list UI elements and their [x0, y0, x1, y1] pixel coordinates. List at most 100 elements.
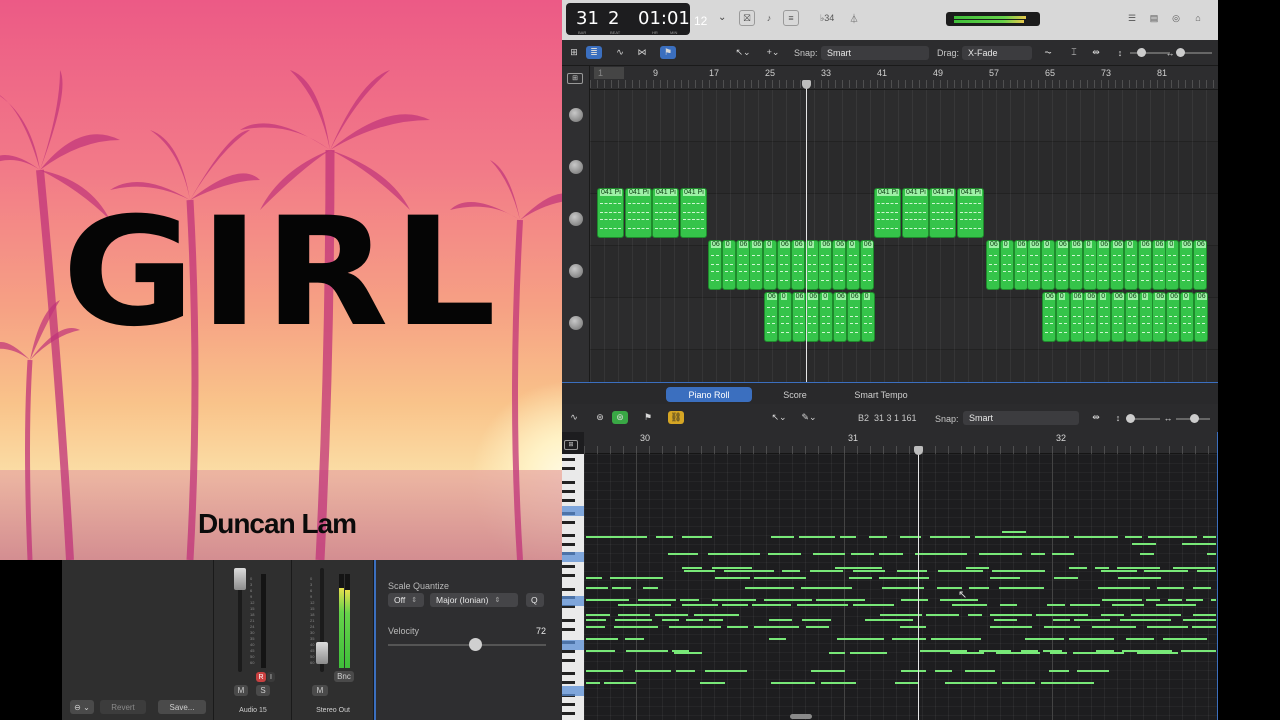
- midi-note[interactable]: [610, 577, 663, 579]
- automation-icon[interactable]: ∿: [612, 46, 628, 59]
- midi-note[interactable]: [1137, 652, 1178, 654]
- midi-note[interactable]: [712, 567, 752, 569]
- midi-note[interactable]: [1211, 599, 1216, 601]
- midi-region[interactable]: 06: [764, 292, 778, 342]
- midi-note[interactable]: [771, 536, 794, 538]
- midi-note[interactable]: [635, 670, 671, 672]
- browser-icon[interactable]: ⌂: [1190, 10, 1206, 26]
- midi-note[interactable]: [1002, 531, 1026, 533]
- marquee-tool-icon[interactable]: +⌄: [762, 46, 784, 59]
- midi-note[interactable]: [1002, 682, 1035, 684]
- horizontal-fit-icon[interactable]: ⇹: [1088, 46, 1104, 59]
- midi-note[interactable]: [990, 626, 1032, 628]
- midi-note[interactable]: [1140, 553, 1154, 555]
- midi-note[interactable]: [1025, 638, 1064, 640]
- midi-note[interactable]: [586, 670, 623, 672]
- midi-note[interactable]: [586, 587, 608, 589]
- catch-icon[interactable]: ⚑: [640, 411, 656, 424]
- count-in-icon[interactable]: ⛝: [739, 10, 755, 26]
- midi-region[interactable]: 0: [819, 292, 834, 342]
- midi-note[interactable]: [879, 577, 929, 579]
- menu-dropdown-button[interactable]: ⊖ ⌄: [70, 700, 94, 714]
- midi-note[interactable]: [1102, 599, 1142, 601]
- pencil-tool-icon[interactable]: ✎⌄: [798, 411, 820, 424]
- midi-note[interactable]: [782, 570, 800, 572]
- midi-region[interactable]: 041 Pi: [680, 188, 707, 238]
- midi-region[interactable]: 06: [1027, 240, 1042, 290]
- midi-note[interactable]: [656, 536, 673, 538]
- midi-note[interactable]: [771, 682, 815, 684]
- midi-note[interactable]: [1074, 536, 1118, 538]
- midi-note[interactable]: [1101, 614, 1124, 616]
- midi-region[interactable]: 06: [846, 292, 861, 342]
- midi-note[interactable]: [1073, 652, 1124, 654]
- record-enable-button[interactable]: R: [256, 672, 266, 682]
- midi-note[interactable]: [1112, 604, 1144, 606]
- midi-note[interactable]: [754, 626, 799, 628]
- midi-note[interactable]: [850, 652, 887, 654]
- tracks-ruler[interactable]: 19172533414957657381: [590, 66, 1218, 90]
- midi-region[interactable]: 06: [791, 292, 806, 342]
- scale-mode-select[interactable]: Major (Ionian) ⇕: [430, 593, 518, 607]
- midi-note[interactable]: [1069, 638, 1114, 640]
- midi-region[interactable]: 06: [1013, 240, 1028, 290]
- piano-roll-playhead[interactable]: [918, 446, 919, 720]
- mute-button[interactable]: M: [312, 685, 328, 696]
- midi-note[interactable]: [684, 570, 715, 572]
- midi-region[interactable]: 06: [1179, 240, 1194, 290]
- midi-note[interactable]: [682, 567, 702, 569]
- midi-note[interactable]: [810, 570, 843, 572]
- midi-note[interactable]: [976, 536, 1000, 538]
- midi-note[interactable]: [938, 570, 983, 572]
- midi-note[interactable]: [806, 626, 829, 628]
- midi-note[interactable]: [754, 577, 806, 579]
- midi-note[interactable]: [837, 638, 884, 640]
- midi-note[interactable]: [840, 536, 856, 538]
- tab-piano-roll[interactable]: Piano Roll: [666, 387, 752, 402]
- midi-region[interactable]: 041 Pi: [957, 188, 984, 238]
- midi-note[interactable]: [709, 619, 723, 621]
- midi-note[interactable]: [655, 614, 688, 616]
- midi-region[interactable]: 0: [1165, 240, 1180, 290]
- midi-note[interactable]: [1052, 553, 1074, 555]
- midi-note[interactable]: [1183, 619, 1216, 621]
- midi-note[interactable]: [853, 570, 885, 572]
- waveform-zoom-icon[interactable]: ⏦: [1040, 46, 1056, 59]
- midi-region[interactable]: 06: [1193, 292, 1208, 342]
- horizontal-scrollbar[interactable]: [790, 714, 812, 719]
- horizontal-fit-icon[interactable]: ⇹: [1088, 411, 1104, 424]
- midi-region[interactable]: 0: [846, 240, 860, 290]
- midi-note[interactable]: [1120, 619, 1171, 621]
- midi-note[interactable]: [952, 604, 987, 606]
- midi-note[interactable]: [1095, 567, 1109, 569]
- midi-note[interactable]: [1117, 567, 1160, 569]
- pointer-tool-icon[interactable]: ↖⌄: [732, 46, 754, 59]
- midi-note[interactable]: [1186, 599, 1203, 601]
- midi-region[interactable]: 06: [1096, 240, 1111, 290]
- midi-region[interactable]: 041 Pi: [652, 188, 679, 238]
- tracks-playhead-handle[interactable]: [802, 80, 811, 89]
- link-icon[interactable]: ⛓: [668, 411, 684, 424]
- midi-region[interactable]: 06: [1152, 292, 1167, 342]
- midi-note[interactable]: [1193, 587, 1211, 589]
- midi-note[interactable]: [1054, 577, 1078, 579]
- midi-note[interactable]: [935, 670, 952, 672]
- midi-note[interactable]: [835, 567, 882, 569]
- flex-icon[interactable]: ⋈: [634, 46, 650, 59]
- midi-note[interactable]: [1144, 570, 1188, 572]
- midi-region[interactable]: 06: [1069, 292, 1084, 342]
- track-2-knob[interactable]: [569, 160, 583, 174]
- midi-region[interactable]: 06: [1124, 292, 1139, 342]
- midi-note[interactable]: [769, 638, 786, 640]
- midi-note[interactable]: [712, 599, 756, 601]
- midi-out-icon[interactable]: ⊛: [612, 411, 628, 424]
- midi-note[interactable]: [638, 599, 676, 601]
- midi-region[interactable]: 06: [1083, 292, 1098, 342]
- midi-region[interactable]: 06: [1166, 292, 1181, 342]
- midi-note[interactable]: [999, 587, 1044, 589]
- midi-note[interactable]: [669, 626, 721, 628]
- midi-note[interactable]: [1147, 626, 1188, 628]
- midi-note[interactable]: [1070, 604, 1100, 606]
- midi-note[interactable]: [799, 536, 835, 538]
- midi-note[interactable]: [586, 599, 629, 601]
